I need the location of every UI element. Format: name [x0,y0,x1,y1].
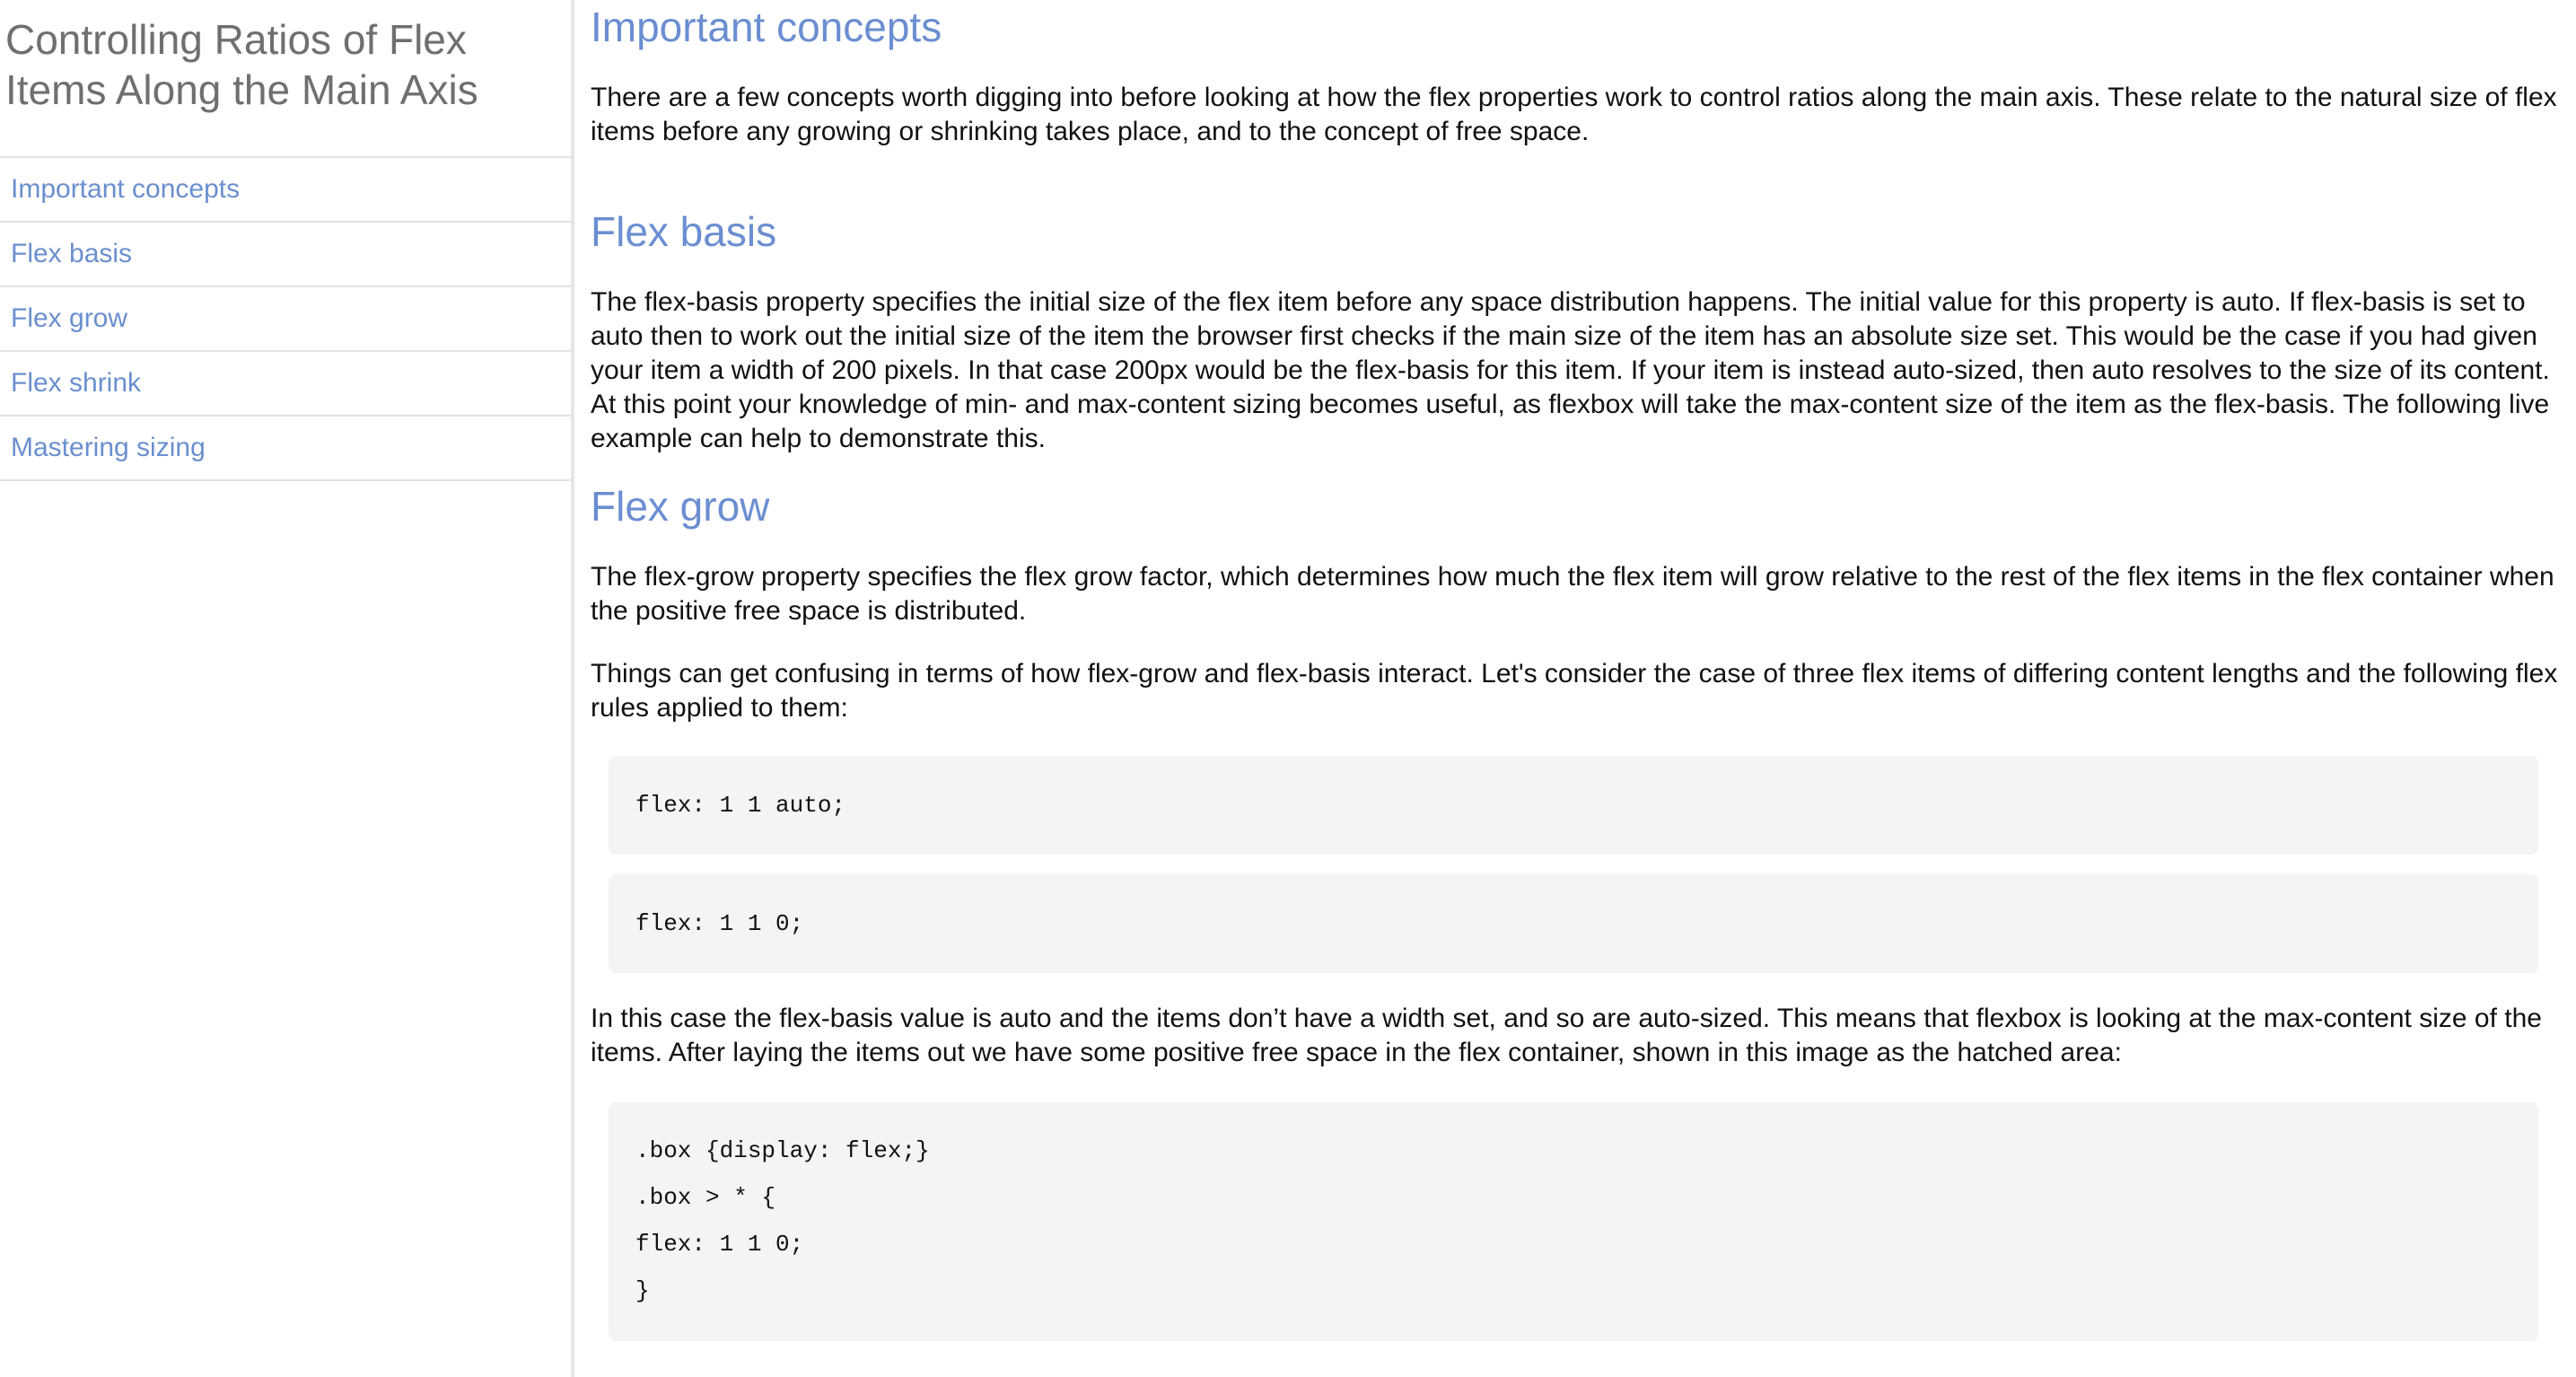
toc-item-flex-grow[interactable]: Flex grow [0,287,571,352]
table-of-contents: Important concepts Flex basis Flex grow … [0,156,571,481]
paragraph-important-concepts: There are a few concepts worth digging i… [591,83,2557,146]
code-block-box-rules: .box {display: flex;} .box > * { flex: 1… [609,1102,2538,1341]
sidebar: Controlling Ratios of Flex Items Along t… [0,0,571,1377]
paragraph-flex-grow-1: The flex-grow property specifies the fle… [591,562,2554,626]
code-block-flex-auto: flex: 1 1 auto; [609,756,2538,855]
toc-item-mastering-sizing[interactable]: Mastering sizing [0,417,571,481]
toc-item-flex-shrink[interactable]: Flex shrink [0,352,571,417]
toc-link-important-concepts[interactable]: Important concepts [11,174,240,205]
toc-link-flex-shrink[interactable]: Flex shrink [11,368,141,399]
code-block-flex-zero: flex: 1 1 0; [609,874,2538,973]
toc-link-flex-grow[interactable]: Flex grow [11,303,127,334]
toc-link-flex-basis[interactable]: Flex basis [11,239,132,269]
code-line: flex: 1 1 auto; [635,792,846,819]
toc-item-important-concepts[interactable]: Important concepts [0,158,571,223]
heading-flex-basis: Flex basis [591,208,777,255]
code-line: flex: 1 1 0; [635,1231,804,1258]
code-line: .box {display: flex;} [635,1137,930,1164]
paragraph-flex-grow-3: In this case the flex-basis value is aut… [591,1004,2542,1067]
code-line: } [635,1277,650,1304]
toc-item-flex-basis[interactable]: Flex basis [0,223,571,287]
paragraph-flex-basis: The flex-basis property specifies the in… [591,287,2550,453]
page: Controlling Ratios of Flex Items Along t… [0,0,2576,1377]
code-line: .box > * { [635,1184,776,1211]
paragraph-flex-grow-2: Things can get confusing in terms of how… [591,659,2558,723]
toc-link-mastering-sizing[interactable]: Mastering sizing [11,433,206,463]
heading-important-concepts: Important concepts [591,4,942,50]
sidebar-divider [571,0,574,1377]
heading-flex-grow: Flex grow [591,483,770,530]
sidebar-title: Controlling Ratios of Flex Items Along t… [5,16,478,113]
code-line: flex: 1 1 0; [635,910,804,937]
